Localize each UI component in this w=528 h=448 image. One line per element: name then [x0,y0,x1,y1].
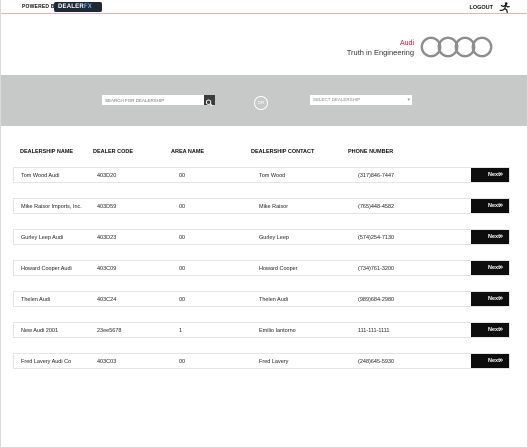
cell-dealership-name: Tom Wood Audi [21,173,60,179]
logout-link[interactable]: LOGOUT [469,5,493,11]
table-row: New Audi 2001 23ee5678 1 Emilio Iantorno… [13,322,510,338]
cell-dealer-code: 403C24 [97,297,117,303]
double-chevron-right-icon: » [499,357,503,364]
audi-rings-icon [420,36,493,58]
double-chevron-right-icon: » [499,326,503,333]
table-row: Howard Cooper Audi 403C09 00 Howard Coop… [13,260,510,276]
dealerfx-logo: DEALERFX [54,2,102,12]
next-button[interactable]: Next» [471,323,509,337]
double-chevron-right-icon: » [499,233,503,240]
header-dealership-contact: DEALERSHIP CONTACT [251,149,315,155]
header-dealer-code: DEALER CODE [93,149,134,155]
cell-area-name: 00 [179,359,186,365]
cell-area-name: 00 [179,204,186,210]
cell-contact: Fred Lavery [259,359,289,365]
page: POWERED BY DEALERFX LOGOUT Audi Truth in… [0,0,528,448]
double-chevron-right-icon: » [499,264,503,271]
top-bar: POWERED BY DEALERFX LOGOUT [1,0,527,14]
next-button[interactable]: Next» [471,261,509,275]
cell-dealer-code: 403C03 [97,359,117,365]
cell-area-name: 00 [179,173,186,179]
cell-contact: Thelen Audi [259,297,289,303]
cell-phone: (574)254-7130 [358,235,395,241]
cell-contact: Mike Raisor [259,204,289,210]
audi-brand: Audi Truth in Engineering [333,36,503,60]
cell-contact: Gurley Leep [259,235,289,241]
cell-phone: (734)761-3200 [358,266,395,272]
next-button[interactable]: Next» [471,230,509,244]
cell-dealership-name: Gurley Leep Audi [21,235,64,241]
next-button[interactable]: Next» [471,292,509,306]
cell-area-name: 00 [179,297,186,303]
cell-dealership-name: Howard Cooper Audi [21,266,72,272]
cell-contact: Emilio Iantorno [259,328,296,334]
cell-contact: Tom Wood [259,173,286,179]
or-divider: OR [254,96,268,110]
table-row: Tom Wood Audi 403D20 00 Tom Wood (317)84… [13,167,510,183]
header-dealership-name: DEALERSHIP NAME [20,149,74,155]
cell-dealer-code: 403D23 [97,235,117,241]
cell-dealership-name: Thelen Audi [21,297,51,303]
search-button[interactable] [204,95,215,107]
cell-dealership-name: Fred Lavery Audi Co [21,359,72,365]
cell-phone: 111-111-1111 [358,328,390,334]
cell-dealer-code: 403D59 [97,204,117,210]
cell-phone: (989)684-2980 [358,297,395,303]
dealership-select[interactable]: SELECT DEALERSHIP ▾ [310,95,412,105]
running-person-icon[interactable] [498,2,510,13]
table-row: Fred Lavery Audi Co 403C03 00 Fred Laver… [13,353,510,369]
cell-phone: (248)645-5930 [358,359,395,365]
header-area-name: AREA NAME [171,149,205,155]
header-phone-number: PHONE NUMBER [348,149,394,155]
table-row: Thelen Audi 403C24 00 Thelen Audi (989)6… [13,291,510,307]
cell-dealer-code: 403C09 [97,266,117,272]
brand-tagline: Truth in Engineering [346,48,414,57]
cell-area-name: 00 [179,235,186,241]
cell-area-name: 00 [179,266,186,272]
cell-dealership-name: New Audi 2001 [21,328,58,334]
cell-dealer-code: 403D20 [97,173,117,179]
cell-dealer-code: 23ee5678 [97,328,122,334]
select-placeholder: SELECT DEALERSHIP [313,97,361,102]
next-button[interactable]: Next» [471,168,509,182]
double-chevron-right-icon: » [499,171,503,178]
dealership-search-input[interactable] [102,95,205,105]
cell-phone: (765)448-4582 [358,204,395,210]
double-chevron-right-icon: » [499,202,503,209]
cell-phone: (317)846-7447 [358,173,395,179]
cell-area-name: 1 [179,328,183,334]
double-chevron-right-icon: » [499,295,503,302]
brand-name: Audi [399,40,414,47]
table-row: Mike Raisor Imports, Inc. 403D59 00 Mike… [13,198,510,214]
chevron-down-icon: ▾ [407,97,410,103]
logo-prefix: DEALER [58,4,84,10]
cell-dealership-name: Mike Raisor Imports, Inc. [21,204,82,210]
next-button[interactable]: Next» [471,199,509,213]
cell-contact: Howard Cooper [259,266,298,272]
search-icon [205,99,213,107]
logo-suffix: FX [83,4,92,10]
table-row: Gurley Leep Audi 403D23 00 Gurley Leep (… [13,229,510,245]
next-button[interactable]: Next» [471,354,509,368]
powered-by-label: POWERED BY [22,4,59,10]
